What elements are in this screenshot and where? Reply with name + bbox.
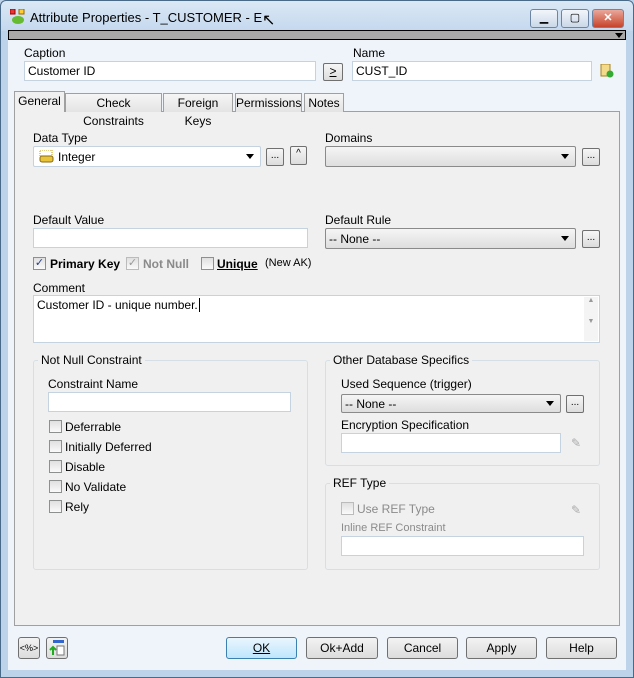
used-sequence-value: -- None -- bbox=[345, 397, 397, 411]
tab-permissions[interactable]: Permissions bbox=[235, 93, 302, 112]
domains-browse-button[interactable]: ... bbox=[582, 148, 600, 166]
domains-select[interactable] bbox=[325, 146, 576, 167]
initially-deferred-label: Initially Deferred bbox=[65, 440, 152, 454]
pencil-icon[interactable]: ✎ bbox=[571, 503, 581, 517]
other-db-specifics-title: Other Database Specifics bbox=[330, 353, 473, 367]
rely-label: Rely bbox=[65, 500, 90, 514]
close-button[interactable]: ✕ bbox=[592, 9, 624, 28]
pencil-icon[interactable]: ✎ bbox=[571, 436, 581, 450]
unique-checkbox[interactable] bbox=[201, 257, 214, 270]
data-type-browse-button[interactable]: ... bbox=[266, 148, 284, 166]
tab-foreign-keys[interactable]: Foreign Keys bbox=[163, 93, 233, 128]
not-null-label: Not Null bbox=[143, 257, 189, 271]
default-rule-browse-button[interactable]: ... bbox=[582, 230, 600, 248]
toolbar-strip bbox=[8, 30, 626, 40]
chevron-down-icon bbox=[246, 154, 254, 159]
data-type-up-button[interactable]: ^ bbox=[290, 146, 307, 165]
ok-button[interactable]: OK bbox=[226, 637, 297, 659]
move-attribute-button[interactable] bbox=[46, 637, 68, 659]
default-rule-select[interactable]: -- None -- bbox=[325, 228, 576, 249]
data-type-select[interactable]: Integer bbox=[33, 146, 261, 167]
encryption-input[interactable] bbox=[341, 433, 561, 453]
app-icon bbox=[9, 8, 26, 25]
ok-label: OK bbox=[252, 641, 271, 655]
dropdown-arrow-icon[interactable] bbox=[615, 33, 623, 38]
window-title: Attribute Properties - T_CUSTOMER - E bbox=[30, 10, 263, 25]
no-validate-checkbox[interactable] bbox=[49, 480, 62, 493]
encryption-label: Encryption Specification bbox=[341, 418, 470, 432]
deferrable-checkbox[interactable] bbox=[49, 420, 62, 433]
not-null-constraint-title: Not Null Constraint bbox=[38, 353, 145, 367]
caption-label: Caption bbox=[24, 46, 66, 60]
macro-button[interactable]: <%> bbox=[18, 637, 40, 659]
ok-add-button[interactable]: Ok+Add bbox=[306, 637, 378, 659]
new-ak-label: (New AK) bbox=[265, 257, 312, 269]
unique-label: Unique bbox=[217, 257, 258, 271]
cancel-button[interactable]: Cancel bbox=[387, 637, 458, 659]
no-validate-label: No Validate bbox=[65, 480, 127, 494]
initially-deferred-checkbox[interactable] bbox=[49, 440, 62, 453]
domains-label: Domains bbox=[325, 131, 373, 145]
name-input[interactable]: CUST_ID bbox=[352, 61, 592, 81]
used-sequence-select[interactable]: -- None -- bbox=[341, 394, 561, 413]
naming-rules-icon[interactable] bbox=[600, 63, 614, 78]
tab-general[interactable]: General bbox=[14, 91, 65, 112]
data-type-value: Integer bbox=[58, 150, 96, 164]
caption-input[interactable]: Customer ID bbox=[24, 61, 316, 81]
copy-caption-to-name-button[interactable]: > bbox=[323, 63, 343, 81]
default-value-label: Default Value bbox=[33, 213, 105, 227]
inline-ref-input[interactable] bbox=[341, 536, 584, 556]
comment-label: Comment bbox=[33, 281, 86, 295]
help-button[interactable]: Help bbox=[546, 637, 617, 659]
deferrable-label: Deferrable bbox=[65, 420, 122, 434]
chevron-down-icon bbox=[546, 401, 554, 406]
name-label: Name bbox=[353, 46, 386, 60]
chevron-down-icon bbox=[561, 154, 569, 159]
primary-key-label: Primary Key bbox=[50, 257, 121, 271]
disable-label: Disable bbox=[65, 460, 106, 474]
used-sequence-label: Used Sequence (trigger) bbox=[341, 377, 472, 391]
maximize-button[interactable]: ▢ bbox=[561, 9, 589, 28]
mouse-cursor-icon: ↖ bbox=[262, 12, 276, 29]
integer-type-icon bbox=[39, 149, 54, 163]
comment-scrollbar[interactable]: ▲ ▼ bbox=[584, 297, 598, 341]
rely-checkbox[interactable] bbox=[49, 500, 62, 513]
inline-ref-label: Inline REF Constraint bbox=[341, 522, 446, 534]
move-attribute-icon bbox=[49, 640, 65, 656]
minimize-button[interactable]: ▁ bbox=[530, 9, 558, 28]
comment-text: Customer ID - unique number. bbox=[37, 298, 198, 312]
use-ref-type-label: Use REF Type bbox=[357, 502, 435, 516]
ref-type-title: REF Type bbox=[330, 476, 390, 490]
tab-notes[interactable]: Notes bbox=[304, 93, 344, 112]
comment-textarea[interactable]: Customer ID - unique number. ▲ ▼ bbox=[33, 295, 600, 343]
constraint-name-input[interactable] bbox=[48, 392, 291, 412]
used-sequence-browse-button[interactable]: ... bbox=[566, 395, 584, 413]
not-null-checkbox[interactable]: ✓ bbox=[126, 257, 139, 270]
primary-key-checkbox[interactable]: ✓ bbox=[33, 257, 46, 270]
chevron-down-icon bbox=[561, 236, 569, 241]
default-value-input[interactable] bbox=[33, 228, 308, 248]
apply-button[interactable]: Apply bbox=[466, 637, 537, 659]
data-type-label: Data Type bbox=[33, 131, 88, 145]
disable-checkbox[interactable] bbox=[49, 460, 62, 473]
constraint-name-label: Constraint Name bbox=[48, 377, 139, 391]
use-ref-type-checkbox[interactable] bbox=[341, 502, 354, 515]
tab-check-constraints[interactable]: Check Constraints bbox=[65, 93, 162, 128]
default-rule-label: Default Rule bbox=[325, 213, 392, 227]
default-rule-value: -- None -- bbox=[329, 232, 381, 246]
